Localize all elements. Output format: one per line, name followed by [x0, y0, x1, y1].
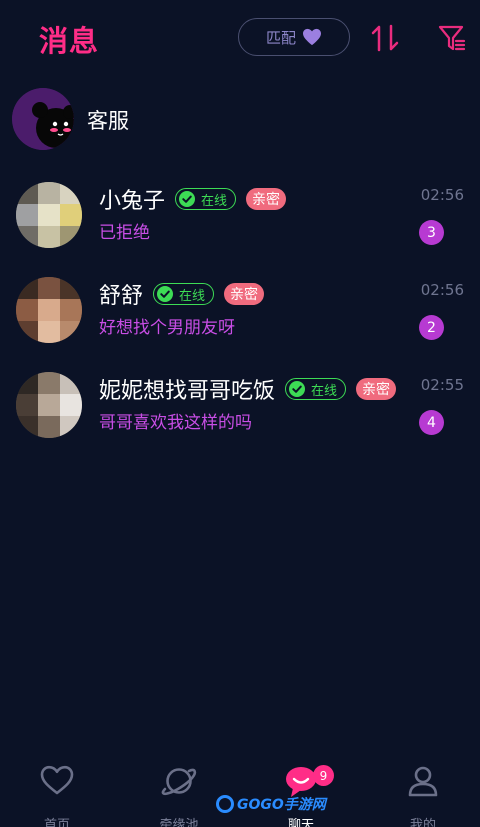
chat-item[interactable]: 小兔子 在线 亲密 已拒绝 02:56 3 [0, 180, 480, 266]
watermark-text: GOGO手游网 [237, 797, 326, 813]
heart-filled-icon [303, 28, 321, 46]
chat-name: 小兔子 [99, 189, 166, 214]
nav-label: 牵缘池 [159, 818, 199, 827]
avatar [16, 372, 82, 438]
intimate-badge: 亲密 [356, 378, 397, 400]
sort-updown-icon[interactable] [370, 24, 402, 52]
intimate-badge: 亲密 [246, 188, 287, 210]
online-badge: 在线 [153, 283, 215, 305]
avatar [16, 182, 82, 248]
chat-name-row: 妮妮想找哥哥吃饭 在线 亲密 [99, 374, 397, 404]
chat-time: 02:56 [420, 186, 464, 204]
check-circle-icon [289, 381, 306, 397]
customer-service-label: 客服 [87, 109, 129, 133]
check-circle-icon [179, 191, 196, 207]
chat-name-row: 小兔子 在线 亲密 [99, 184, 287, 214]
chat-name-row: 舒舒 在线 亲密 [99, 279, 265, 309]
chat-preview: 已拒绝 [99, 223, 150, 243]
chat-preview: 哥哥喜欢我这样的吗 [99, 413, 252, 433]
chat-time: 02:56 [420, 281, 464, 299]
chat-time: 02:55 [420, 376, 464, 394]
nav-item-home[interactable]: 首页 [7, 764, 107, 827]
watermark: GOGO手游网 [216, 794, 326, 814]
check-circle-icon [157, 286, 174, 302]
planet-icon [161, 768, 197, 796]
unread-badge: 4 [419, 410, 444, 435]
heart-icon [40, 765, 74, 795]
chat-item[interactable]: 妮妮想找哥哥吃饭 在线 亲密 哥哥喜欢我这样的吗 02:55 4 [0, 370, 480, 456]
online-badge: 在线 [285, 378, 347, 400]
online-label: 在线 [311, 383, 338, 399]
nav-label: 首页 [43, 818, 70, 827]
watermark-logo-icon [216, 795, 234, 813]
online-label: 在线 [201, 193, 228, 209]
bottom-nav: 首页 牵缘池 9 聊天 我的 [0, 756, 480, 827]
header: 消息 匹配 [0, 0, 480, 78]
nav-item-mine[interactable]: 我的 [373, 764, 473, 827]
unread-badge: 2 [419, 315, 444, 340]
avatar [16, 277, 82, 343]
unread-badge: 3 [419, 220, 444, 245]
match-label: 匹配 [265, 28, 296, 47]
nav-item-pool[interactable]: 牵缘池 [129, 764, 229, 827]
online-badge: 在线 [175, 188, 237, 210]
chat-name: 妮妮想找哥哥吃饭 [99, 379, 276, 404]
customer-service-row[interactable]: 客服 [0, 86, 480, 150]
nav-label: 我的 [409, 818, 436, 827]
filter-icon[interactable] [438, 24, 466, 52]
match-button[interactable]: 匹配 [238, 18, 350, 56]
intimate-badge: 亲密 [224, 283, 265, 305]
cat-avatar-icon [12, 88, 74, 150]
online-label: 在线 [179, 288, 206, 304]
nav-chat-badge: 9 [313, 765, 334, 786]
chat-item[interactable]: 舒舒 在线 亲密 好想找个男朋友呀 02:56 2 [0, 275, 480, 361]
user-icon [408, 766, 438, 797]
chat-preview: 好想找个男朋友呀 [99, 318, 235, 338]
nav-label: 聊天 [287, 818, 314, 827]
chat-name: 舒舒 [99, 284, 144, 309]
page-title: 消息 [39, 24, 100, 58]
messages-page: 消息 匹配 客服 小兔子 在线 亲密 已拒绝 02:56 3 舒舒 在线 亲密 … [0, 0, 480, 827]
